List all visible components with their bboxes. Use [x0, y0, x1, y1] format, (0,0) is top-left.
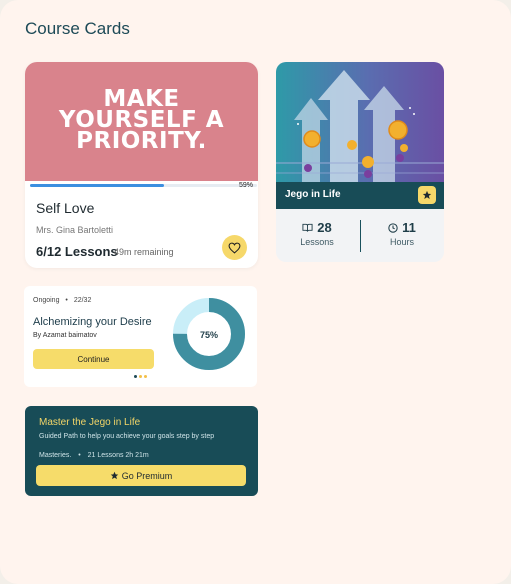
- progress-donut: 75%: [173, 298, 245, 370]
- star-icon: [110, 471, 118, 480]
- heart-icon: [228, 242, 241, 254]
- course-progress-label: 59%: [239, 182, 254, 189]
- star-button[interactable]: [418, 186, 436, 204]
- lessons-stat: 28 Lessons: [277, 220, 357, 247]
- jego-in-life-card[interactable]: Jego in Life 28 Lessons 11 Hours: [276, 62, 444, 262]
- carousel-dot[interactable]: [139, 375, 142, 378]
- course-cover-image: MAKE YOURSELF A PRIORITY.: [25, 62, 258, 181]
- course-remaining: 49m remaining: [114, 247, 174, 257]
- ongoing-count: 22/32: [73, 297, 92, 304]
- premium-card: Master the Jego in Life Guided Path to h…: [25, 406, 258, 496]
- course-progress-fill: [30, 184, 164, 187]
- carousel-dot-active[interactable]: [134, 375, 137, 378]
- premium-title: Master the Jego in Life: [39, 417, 141, 428]
- continue-button[interactable]: Continue: [33, 349, 154, 369]
- course-title: Self Love: [36, 200, 95, 216]
- self-love-course-card[interactable]: MAKE YOURSELF A PRIORITY. 59% Self Love Mr…: [25, 62, 258, 268]
- hours-value: 11: [402, 220, 416, 235]
- premium-masteries: Masteries.: [39, 452, 72, 459]
- hours-stat: 11 Hours: [362, 220, 442, 247]
- lessons-value: 28: [317, 220, 332, 235]
- ongoing-meta: Ongoing • 22/32: [33, 297, 92, 304]
- carousel-dots: [134, 375, 147, 378]
- premium-subtitle: Guided Path to help you achieve your goa…: [39, 433, 215, 440]
- star-icon: [422, 190, 432, 199]
- ongoing-course-card[interactable]: Ongoing • 22/32 Alchemizing your Desire …: [24, 286, 257, 387]
- favorite-button[interactable]: [222, 235, 247, 260]
- donut-label: 75%: [200, 330, 218, 340]
- ongoing-author: By Azamat baimatov: [33, 332, 97, 339]
- hours-label: Hours: [389, 237, 414, 247]
- book-icon: [302, 223, 313, 232]
- course-progress-bar: [30, 184, 257, 187]
- course-author: Mrs. Gina Bartoletti: [36, 225, 114, 235]
- stat-divider: [360, 220, 361, 252]
- ongoing-title: Alchemizing your Desire: [33, 316, 152, 328]
- go-premium-button[interactable]: Go Premium: [36, 465, 246, 486]
- ongoing-status: Ongoing: [33, 297, 60, 304]
- course-lessons: 6/12 Lessons: [36, 244, 118, 259]
- clock-icon: [388, 222, 398, 233]
- jego-caption-bar: Jego in Life: [276, 182, 444, 209]
- course-cards-page: Course Cards MAKE YOURSELF A PRIORITY. 59%…: [0, 0, 511, 584]
- cover-slogan: MAKE YOURSELF A PRIORITY.: [58, 86, 225, 154]
- carousel-dot[interactable]: [144, 375, 147, 378]
- premium-lessons-duration: 21 Lessons 2h 21m: [87, 452, 149, 459]
- lessons-label: Lessons: [300, 237, 334, 247]
- go-premium-label: Go Premium: [121, 470, 173, 481]
- page-title: Course Cards: [25, 19, 130, 38]
- premium-meta: Masteries. • 21 Lessons 2h 21m: [39, 452, 149, 459]
- jego-caption: Jego in Life: [285, 189, 341, 200]
